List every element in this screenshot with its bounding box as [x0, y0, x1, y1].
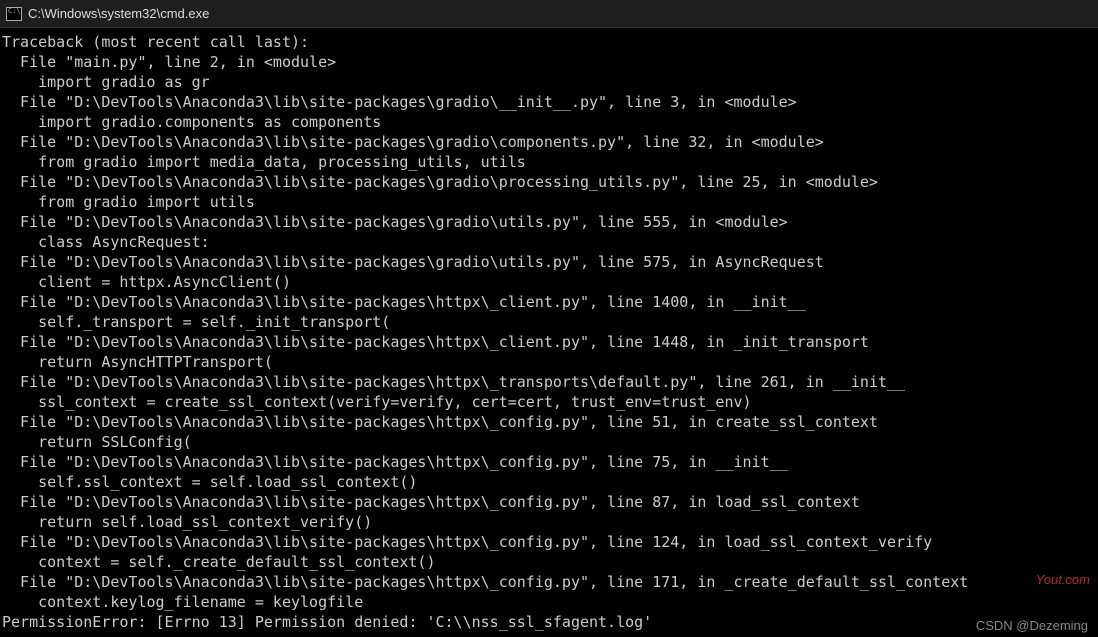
traceback-line: ssl_context = create_ssl_context(verify=…: [2, 393, 752, 411]
traceback-line: File "D:\DevTools\Anaconda3\lib\site-pac…: [2, 173, 878, 191]
traceback-line: File "main.py", line 2, in <module>: [2, 53, 336, 71]
error-line: PermissionError: [Errno 13] Permission d…: [2, 613, 652, 631]
traceback-line: File "D:\DevTools\Anaconda3\lib\site-pac…: [2, 493, 860, 511]
traceback-line: File "D:\DevTools\Anaconda3\lib\site-pac…: [2, 413, 878, 431]
traceback-line: File "D:\DevTools\Anaconda3\lib\site-pac…: [2, 333, 869, 351]
traceback-line: File "D:\DevTools\Anaconda3\lib\site-pac…: [2, 213, 788, 231]
traceback-line: context = self._create_default_ssl_conte…: [2, 553, 435, 571]
traceback-line: class AsyncRequest:: [2, 233, 210, 251]
traceback-line: File "D:\DevTools\Anaconda3\lib\site-pac…: [2, 93, 797, 111]
traceback-line: client = httpx.AsyncClient(): [2, 273, 291, 291]
traceback-line: Traceback (most recent call last):: [2, 33, 309, 51]
traceback-line: return self.load_ssl_context_verify(): [2, 513, 372, 531]
traceback-line: File "D:\DevTools\Anaconda3\lib\site-pac…: [2, 533, 932, 551]
watermark-bottom: CSDN @Dezeming: [976, 618, 1088, 633]
traceback-line: import gradio as gr: [2, 73, 210, 91]
traceback-line: File "D:\DevTools\Anaconda3\lib\site-pac…: [2, 293, 806, 311]
traceback-line: from gradio import utils: [2, 193, 255, 211]
traceback-line: File "D:\DevTools\Anaconda3\lib\site-pac…: [2, 373, 905, 391]
traceback-line: self._transport = self._init_transport(: [2, 313, 390, 331]
terminal-output: Traceback (most recent call last): File …: [0, 28, 1098, 636]
traceback-line: return AsyncHTTPTransport(: [2, 353, 273, 371]
traceback-line: File "D:\DevTools\Anaconda3\lib\site-pac…: [2, 253, 824, 271]
traceback-line: from gradio import media_data, processin…: [2, 153, 526, 171]
cmd-icon: [6, 7, 22, 21]
traceback-line: File "D:\DevTools\Anaconda3\lib\site-pac…: [2, 453, 788, 471]
titlebar[interactable]: C:\Windows\system32\cmd.exe: [0, 0, 1098, 28]
traceback-line: return SSLConfig(: [2, 433, 192, 451]
traceback-line: File "D:\DevTools\Anaconda3\lib\site-pac…: [2, 573, 968, 591]
traceback-line: context.keylog_filename = keylogfile: [2, 593, 363, 611]
traceback-line: self.ssl_context = self.load_ssl_context…: [2, 473, 417, 491]
window-title: C:\Windows\system32\cmd.exe: [28, 6, 209, 21]
traceback-line: import gradio.components as components: [2, 113, 381, 131]
traceback-line: File "D:\DevTools\Anaconda3\lib\site-pac…: [2, 133, 824, 151]
watermark-right: Yout.com: [1036, 572, 1090, 587]
